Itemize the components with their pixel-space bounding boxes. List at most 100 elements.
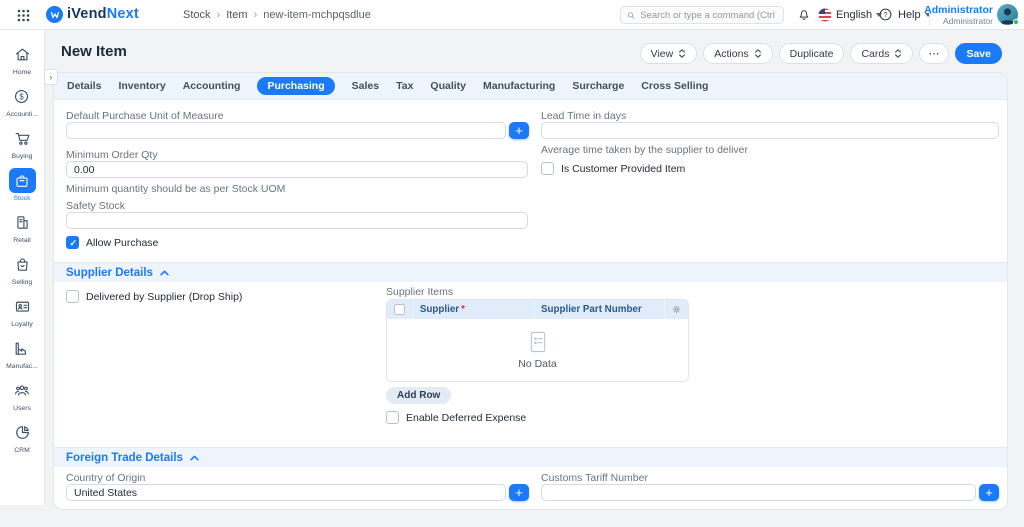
is-customer-provided-checkbox[interactable]: Is Customer Provided Item <box>541 162 685 175</box>
min-order-qty-input[interactable] <box>66 161 528 178</box>
apps-grid-icon[interactable] <box>17 9 30 22</box>
accounting-icon: $ <box>8 84 35 109</box>
top-navbar: iVendNext Stock › Item › new-item-mchpqs… <box>0 0 1024 30</box>
tab-accounting[interactable]: Accounting <box>183 80 241 92</box>
updown-chevrons-icon <box>679 49 686 58</box>
section-title: Supplier Details <box>66 266 153 279</box>
user-menu[interactable]: Administrator Administrator <box>924 4 993 26</box>
sidebar-item-stock[interactable]: Stock <box>8 168 36 202</box>
checkbox-label: Enable Deferred Expense <box>406 411 527 424</box>
safety-stock-input[interactable] <box>66 212 528 229</box>
sidebar-item-label: Accounti... <box>6 111 38 118</box>
cart-icon <box>9 126 36 151</box>
tab-cross-selling[interactable]: Cross Selling <box>641 80 708 92</box>
customs-tariff-input[interactable] <box>541 484 976 501</box>
chevron-up-icon <box>160 270 169 275</box>
select-all-checkbox[interactable] <box>394 304 406 315</box>
allow-purchase-checkbox[interactable]: Allow Purchase <box>66 236 158 249</box>
breadcrumb-stock[interactable]: Stock <box>183 9 211 21</box>
global-search[interactable] <box>620 6 784 24</box>
no-data-icon <box>530 331 545 353</box>
default-purchase-uom-label: Default Purchase Unit of Measure <box>66 110 224 122</box>
sidebar-expand-button[interactable]: › <box>44 69 58 85</box>
supplier-items-empty-state: No Data <box>387 319 688 381</box>
gear-icon[interactable] <box>671 304 682 315</box>
sidebar-item-users[interactable]: Users <box>9 378 36 412</box>
help-icon[interactable]: ? <box>878 7 893 22</box>
tab-details[interactable]: Details <box>67 80 101 92</box>
sidebar-item-accounting[interactable]: $ Accounti... <box>6 84 38 118</box>
language-label: English <box>836 9 873 21</box>
checkbox-label: Allow Purchase <box>86 236 159 249</box>
column-label: Supplier <box>419 304 460 315</box>
form-tabbar: Details Inventory Accounting Purchasing … <box>54 73 1007 100</box>
checkbox-box <box>66 290 79 303</box>
sidebar-item-retail[interactable]: Retail <box>9 210 36 244</box>
sidebar-item-loyalty[interactable]: Loyalty <box>9 294 36 328</box>
create-tariff-plus-button[interactable]: + <box>979 484 999 501</box>
lead-time-help: Average time taken by the supplier to de… <box>541 144 749 156</box>
required-marker: * <box>461 304 465 315</box>
manufacturing-factory-icon <box>8 336 35 361</box>
chevron-up-icon <box>190 455 199 460</box>
sidebar-item-label: Stock <box>13 195 31 202</box>
checkbox-box <box>66 236 79 249</box>
country-of-origin-input[interactable] <box>66 484 506 501</box>
create-country-plus-button[interactable]: + <box>509 484 529 501</box>
sidebar-item-label: Manufac... <box>6 363 38 370</box>
tab-manufacturing[interactable]: Manufacturing <box>483 80 555 92</box>
brand-name[interactable]: iVendNext <box>67 6 139 22</box>
module-sidebar: Home $ Accounti... Buying Stock Retail S… <box>0 30 45 505</box>
save-button[interactable]: Save <box>955 43 1002 64</box>
sidebar-item-label: Selling <box>11 279 33 286</box>
supplier-details-section-header[interactable]: Supplier Details <box>54 262 1007 282</box>
supplier-items-table: Supplier * Supplier Part Number No Data <box>386 299 689 382</box>
supplier-items-label: Supplier Items <box>386 286 454 298</box>
item-form-card: Details Inventory Accounting Purchasing … <box>53 72 1008 510</box>
actions-button[interactable]: Actions <box>703 43 773 64</box>
create-uom-plus-button[interactable]: + <box>509 122 529 139</box>
user-role: Administrator <box>942 16 993 26</box>
duplicate-button[interactable]: Duplicate <box>778 43 845 64</box>
deferred-expense-checkbox[interactable]: Enable Deferred Expense <box>386 411 526 424</box>
supplier-column-header[interactable]: Supplier * <box>414 300 535 319</box>
tab-inventory[interactable]: Inventory <box>118 80 165 92</box>
customs-tariff-label: Customs Tariff Number <box>541 472 648 484</box>
tab-tax[interactable]: Tax <box>396 80 413 92</box>
tab-purchasing[interactable]: Purchasing <box>257 77 335 95</box>
view-button[interactable]: View <box>639 43 698 64</box>
add-row-button[interactable]: Add Row <box>386 387 452 404</box>
default-purchase-uom-input[interactable] <box>66 122 506 139</box>
no-data-text: No Data <box>518 358 557 370</box>
sidebar-item-manufacturing[interactable]: Manufac... <box>6 336 38 370</box>
sidebar-item-selling[interactable]: Selling <box>9 252 36 286</box>
users-group-icon <box>9 378 36 403</box>
crm-pie-icon <box>9 420 36 445</box>
sidebar-item-home[interactable]: Home <box>9 42 36 76</box>
cards-button[interactable]: Cards <box>850 43 914 64</box>
updown-chevrons-icon <box>895 49 902 58</box>
checkbox-box <box>541 162 554 175</box>
table-settings-cell <box>665 300 688 319</box>
tab-sales[interactable]: Sales <box>352 80 379 92</box>
sidebar-item-label: Retail <box>13 237 31 244</box>
updown-chevrons-icon <box>754 49 761 58</box>
drop-ship-checkbox[interactable]: Delivered by Supplier (Drop Ship) <box>66 290 242 303</box>
country-of-origin-label: Country of Origin <box>66 472 146 484</box>
more-options-button[interactable]: ⋯ <box>919 43 950 64</box>
search-input[interactable] <box>640 9 777 21</box>
tab-quality[interactable]: Quality <box>430 80 466 92</box>
sidebar-item-buying[interactable]: Buying <box>9 126 36 160</box>
foreign-trade-section-header[interactable]: Foreign Trade Details <box>54 447 1007 467</box>
breadcrumb-item[interactable]: Item <box>226 9 247 21</box>
online-status-dot <box>1013 19 1019 25</box>
brand-name-primary: iVend <box>67 6 107 22</box>
supplier-part-number-column-header[interactable]: Supplier Part Number <box>535 300 665 319</box>
tab-surcharge[interactable]: Surcharge <box>572 80 624 92</box>
lead-time-input[interactable] <box>541 122 999 139</box>
language-selector[interactable]: English <box>836 9 883 21</box>
notifications-bell-icon[interactable] <box>797 7 811 22</box>
brand-logo-icon[interactable] <box>46 6 63 23</box>
sidebar-item-crm[interactable]: CRM <box>9 420 36 454</box>
min-order-qty-help: Minimum quantity should be as per Stock … <box>66 183 286 195</box>
